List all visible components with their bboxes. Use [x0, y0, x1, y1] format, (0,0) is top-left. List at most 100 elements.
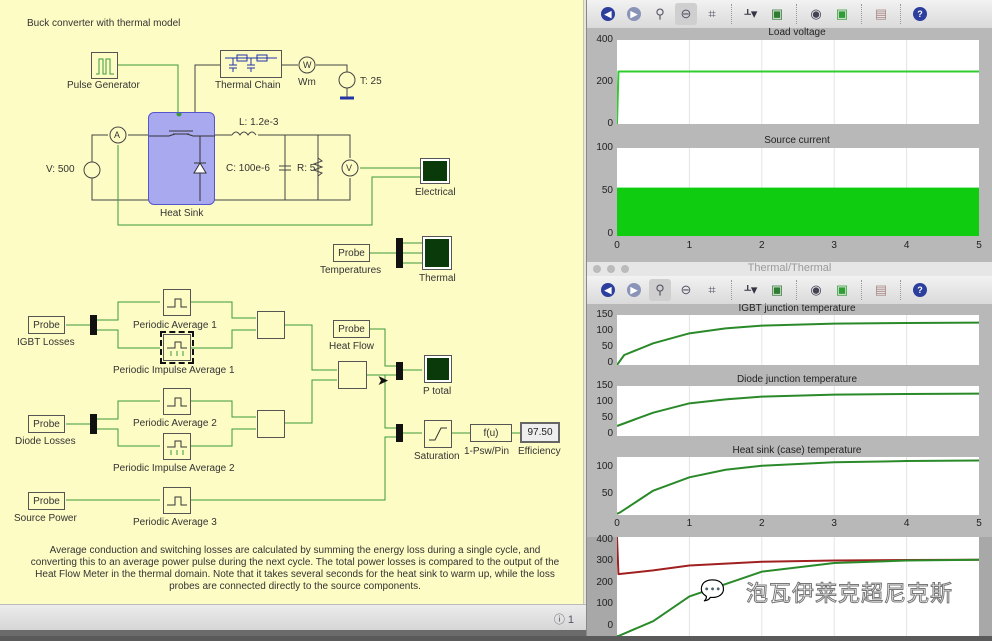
source-current-plot[interactable]: [617, 148, 979, 236]
forward-button[interactable]: ▶: [623, 3, 645, 25]
series-line: [616, 392, 980, 427]
periodic-average-icon: [167, 496, 187, 505]
periodic-average-1-block[interactable]: [163, 289, 191, 316]
igbt-losses-probe-block[interactable]: Probe: [28, 316, 65, 334]
thermal-scope-block[interactable]: [422, 236, 452, 270]
settings-button[interactable]: ▤: [870, 279, 892, 301]
series-line: [616, 70, 979, 125]
fcn-block[interactable]: f(u): [470, 424, 512, 442]
back-button[interactable]: ◀: [597, 279, 619, 301]
case-temp-plot[interactable]: [616, 457, 980, 515]
export-icon: ▣: [835, 6, 849, 21]
heat-sink-label: Heat Sink: [160, 208, 204, 219]
saturation-block[interactable]: [424, 420, 452, 448]
warning-indicator[interactable]: ⓘ 1: [554, 611, 574, 627]
y-tick: 150: [596, 309, 613, 320]
heat-sink-block[interactable]: [148, 111, 215, 205]
help-icon: ?: [913, 283, 927, 297]
heat-flow-probe-block[interactable]: Probe: [333, 320, 370, 338]
y-tick: 0: [607, 620, 613, 631]
ammeter-symbol: A: [114, 130, 121, 140]
fit-button[interactable]: ⌗: [701, 279, 723, 301]
y-tick: 100: [596, 598, 613, 609]
wechat-watermark-icon: 💬: [700, 580, 726, 603]
x-tick: 5: [976, 518, 982, 529]
plot-title: IGBT junction temperature: [738, 303, 856, 314]
export-button[interactable]: ▣: [831, 3, 853, 25]
p-total-scope-block[interactable]: [424, 355, 452, 383]
settings-icon: ▤: [874, 282, 888, 297]
forward-button[interactable]: ▶: [623, 279, 645, 301]
toolbar-separator: [861, 280, 862, 300]
sum-1-block[interactable]: [257, 311, 285, 339]
sum-total-block[interactable]: [338, 361, 367, 389]
source-power-probe-block[interactable]: Probe: [28, 492, 65, 510]
p-total-label: P total: [423, 386, 452, 397]
series-line: [616, 321, 980, 366]
temperatures-probe-block[interactable]: Probe: [333, 244, 370, 262]
periodic-average-2-block[interactable]: [163, 388, 191, 415]
cursor-tools-button[interactable]: ᚆ▾: [740, 3, 762, 25]
efficiency-display: 97.50: [520, 422, 560, 443]
y-tick: 200: [596, 76, 613, 87]
show-button[interactable]: ◉: [805, 3, 827, 25]
zoom-out-icon: ⊖: [680, 282, 692, 297]
sum-2-block[interactable]: [257, 410, 285, 438]
export-button[interactable]: ▣: [831, 279, 853, 301]
series-line: [616, 459, 980, 515]
help-button[interactable]: ?: [909, 3, 931, 25]
fit-button[interactable]: ⌗: [701, 3, 723, 25]
load-voltage-plot[interactable]: [616, 40, 979, 125]
periodic-impulse-average-icon: [167, 440, 187, 455]
y-tick: 0: [607, 428, 613, 439]
x-tick: 4: [903, 518, 910, 529]
forward-icon: ▶: [627, 7, 641, 21]
settings-button[interactable]: ▤: [870, 3, 892, 25]
pulse-generator-block[interactable]: [91, 52, 118, 79]
mouse-cursor-icon: ➤: [377, 372, 389, 388]
voltmeter-symbol: V: [346, 163, 353, 173]
thermal-chain-block[interactable]: [220, 50, 282, 78]
close-button[interactable]: [593, 265, 601, 273]
periodic-impulse-average-1-block[interactable]: [160, 331, 194, 364]
forward-icon: ▶: [627, 283, 641, 297]
screen-button[interactable]: ▣: [766, 3, 788, 25]
y-tick: 0: [607, 357, 613, 368]
thermal-scope-window: Thermal/Thermal ◀ ▶ ⚲ ⊖ ⌗ ᚆ▾ ▣ ◉ ▣ ▤? IGBT juncti…: [586, 262, 992, 537]
maximize-button[interactable]: [621, 265, 629, 273]
periodic-impulse-average-2-block[interactable]: [163, 433, 191, 460]
diode-losses-label: Diode Losses: [15, 436, 76, 447]
help-icon: ?: [913, 7, 927, 21]
help-button[interactable]: ?: [909, 279, 931, 301]
minimize-button[interactable]: [607, 265, 615, 273]
screen-button[interactable]: ▣: [766, 279, 788, 301]
periodic-average-2-label: Periodic Average 2: [133, 418, 217, 429]
diode-losses-probe-block[interactable]: Probe: [28, 415, 65, 433]
model-window: Buck converter with thermal model Heat S…: [0, 0, 586, 636]
zoom-button[interactable]: ⚲: [649, 279, 671, 301]
toolbar-separator: [900, 4, 901, 24]
periodic-average-3-block[interactable]: [163, 487, 191, 514]
zoom-out-button[interactable]: ⊖: [675, 279, 697, 301]
electrical-scope-block[interactable]: [420, 158, 450, 184]
toolbar-separator: [796, 280, 797, 300]
zoom-out-button[interactable]: ⊖: [675, 3, 697, 25]
warning-count: 1: [567, 614, 574, 626]
y-tick: 400: [596, 34, 613, 45]
cursor-tools-button[interactable]: ᚆ▾: [740, 279, 762, 301]
periodic-impulse-average-icon: [167, 341, 187, 356]
scope-icon: [423, 161, 447, 181]
igbt-temp-plot[interactable]: [616, 315, 980, 366]
show-icon: ◉: [810, 282, 822, 297]
back-button[interactable]: ◀: [597, 3, 619, 25]
y-tick: 400: [596, 534, 613, 545]
export-icon: ▣: [835, 282, 849, 297]
show-button[interactable]: ◉: [805, 279, 827, 301]
electrical-scope-window: ◀ ▶ ⚲ ⊖ ⌗ ᚆ▾ ▣ ◉ ▣ ▤? Load voltage 400 200 0 Sour…: [586, 0, 992, 262]
model-canvas[interactable]: Buck converter with thermal model Heat S…: [0, 0, 584, 604]
plot-title: Diode junction temperature: [736, 374, 858, 385]
diode-temp-plot[interactable]: [616, 386, 980, 436]
zoom-icon: ⚲: [655, 6, 665, 21]
zoom-button[interactable]: ⚲: [649, 3, 671, 25]
y-tick: 150: [596, 380, 613, 391]
